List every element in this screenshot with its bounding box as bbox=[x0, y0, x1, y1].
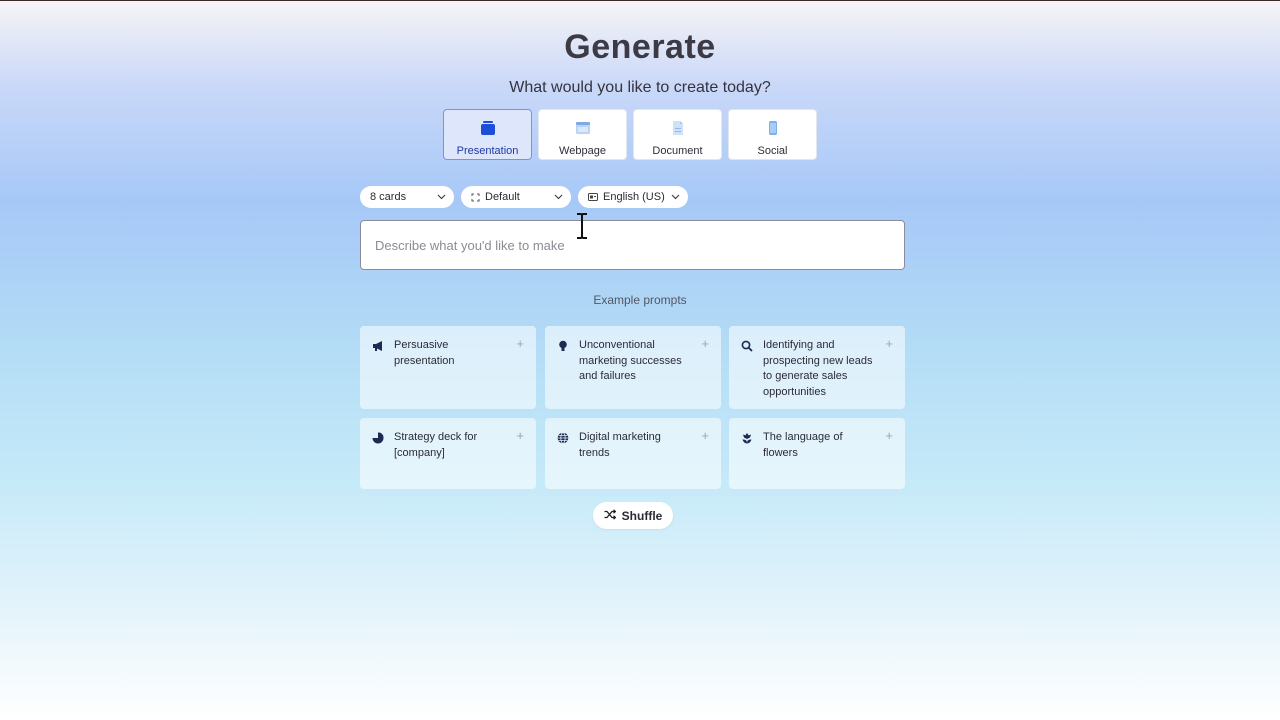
add-icon[interactable]: + bbox=[885, 428, 893, 443]
theme-value: Default bbox=[485, 191, 520, 203]
megaphone-icon bbox=[372, 339, 384, 351]
language-value: English (US) bbox=[603, 191, 665, 203]
example-prompt-text: The language of flowers bbox=[763, 431, 843, 459]
globe-icon bbox=[557, 431, 569, 444]
chevron-down-icon bbox=[671, 191, 680, 203]
add-icon[interactable]: + bbox=[516, 428, 524, 443]
content-type-selector: Presentation Webpage Document Social bbox=[443, 109, 817, 160]
add-icon[interactable]: + bbox=[701, 336, 709, 351]
example-prompt-text: Unconventional marketing successes and f… bbox=[579, 339, 682, 382]
text-cursor-icon bbox=[574, 212, 590, 245]
example-prompt-card[interactable]: Digital marketing trends + bbox=[545, 418, 721, 489]
chevron-down-icon bbox=[437, 191, 446, 203]
add-icon[interactable]: + bbox=[516, 336, 524, 351]
search-icon bbox=[741, 339, 753, 352]
shuffle-icon bbox=[604, 508, 617, 523]
example-prompt-text: Strategy deck for [company] bbox=[394, 431, 478, 459]
add-icon[interactable]: + bbox=[885, 336, 893, 351]
aspect-ratio-icon bbox=[471, 193, 480, 202]
language-icon bbox=[588, 193, 598, 201]
type-webpage-label: Webpage bbox=[559, 145, 606, 157]
language-dropdown[interactable]: English (US) bbox=[578, 186, 688, 208]
theme-dropdown[interactable]: Default bbox=[461, 186, 571, 208]
page-title: Generate bbox=[564, 28, 716, 66]
page-subtitle: What would you like to create today? bbox=[509, 79, 771, 96]
flower-icon bbox=[741, 431, 753, 444]
type-social-label: Social bbox=[757, 145, 788, 157]
top-border bbox=[0, 0, 1280, 1]
chevron-down-icon bbox=[554, 191, 563, 203]
shuffle-label: Shuffle bbox=[621, 508, 663, 523]
type-presentation-label: Presentation bbox=[456, 145, 519, 157]
cards-count-value: 8 cards bbox=[370, 191, 407, 203]
example-prompt-text: Digital marketing trends bbox=[579, 431, 661, 459]
example-prompts-heading: Example prompts bbox=[593, 293, 687, 307]
social-icon bbox=[729, 120, 816, 136]
document-icon bbox=[634, 120, 721, 136]
cards-count-dropdown[interactable]: 8 cards bbox=[360, 186, 454, 208]
example-prompt-text: Persuasive presentation bbox=[394, 339, 455, 367]
type-presentation-button[interactable]: Presentation bbox=[443, 109, 532, 160]
type-social-button[interactable]: Social bbox=[728, 109, 817, 160]
example-prompt-card[interactable]: The language of flowers + bbox=[729, 418, 905, 489]
type-document-button[interactable]: Document bbox=[633, 109, 722, 160]
example-prompt-card[interactable]: Persuasive presentation + bbox=[360, 326, 536, 409]
add-icon[interactable]: + bbox=[701, 428, 709, 443]
prompt-input[interactable] bbox=[360, 220, 905, 270]
pie-chart-icon bbox=[372, 431, 384, 444]
example-prompt-card[interactable]: Unconventional marketing successes and f… bbox=[545, 326, 721, 409]
type-webpage-button[interactable]: Webpage bbox=[538, 109, 627, 160]
type-document-label: Document bbox=[652, 145, 703, 157]
presentation-icon bbox=[444, 120, 531, 136]
webpage-icon bbox=[539, 120, 626, 136]
example-prompt-card[interactable]: Identifying and prospecting new leads to… bbox=[729, 326, 905, 409]
lightbulb-icon bbox=[557, 339, 569, 351]
example-prompt-text: Identifying and prospecting new leads to… bbox=[763, 339, 873, 398]
shuffle-button[interactable]: Shuffle bbox=[593, 502, 673, 529]
example-prompt-card[interactable]: Strategy deck for [company] + bbox=[360, 418, 536, 489]
